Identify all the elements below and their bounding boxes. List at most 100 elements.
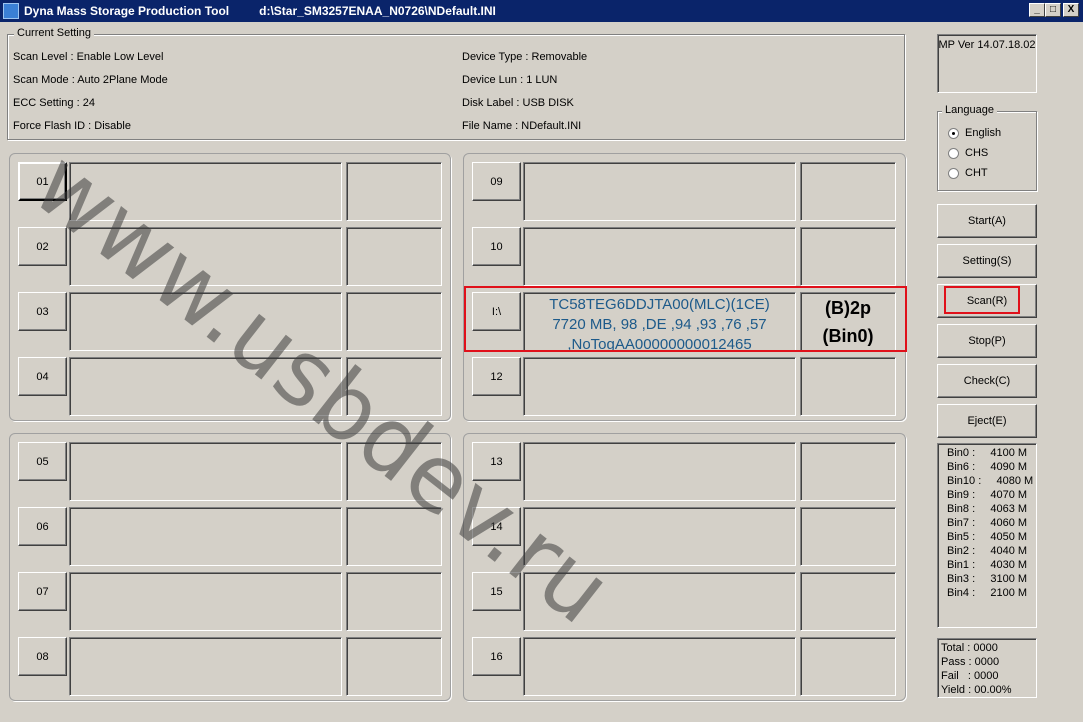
radio-chs-label: CHS [965, 147, 989, 159]
bin-row: Bin2 : 4040 M [947, 545, 1028, 557]
app-icon [3, 3, 19, 19]
port-info-08 [69, 637, 342, 696]
version-text: MP Ver 14.07.18.02 [938, 39, 1036, 51]
bin-row: Bin9 : 4070 M [947, 489, 1028, 501]
radio-chs[interactable]: CHS [948, 147, 988, 159]
language-group: Language English CHS CHT [937, 104, 1037, 191]
port-button-16[interactable]: 16 [472, 637, 521, 676]
yield-value: Yield : 00.00% [941, 684, 1012, 696]
port-button-08[interactable]: 08 [18, 637, 67, 676]
radio-cht-label: CHT [965, 167, 988, 179]
port-status-05 [346, 442, 442, 501]
port-status-12 [800, 357, 896, 416]
current-setting-legend: Current Setting [14, 27, 94, 39]
bin-row: Bin6 : 4090 M [947, 461, 1028, 473]
pass-count: Pass : 0000 [941, 656, 1000, 668]
port-info-12 [523, 357, 796, 416]
radio-english-label: English [965, 127, 1002, 139]
port-button-03[interactable]: 03 [18, 292, 67, 331]
scan-highlight [944, 286, 1020, 314]
port-button-05[interactable]: 05 [18, 442, 67, 481]
port-info-01 [69, 162, 342, 221]
fail-count: Fail : 0000 [941, 670, 999, 682]
stop-button[interactable]: Stop(P) [937, 324, 1037, 358]
bin-row: Bin8 : 4063 M [947, 503, 1028, 515]
port-status-07 [346, 572, 442, 631]
port-info-13 [523, 442, 796, 501]
port-status-13 [800, 442, 896, 501]
bin-list: Bin0 : 4100 M Bin6 : 4090 M Bin10 : 4080… [937, 443, 1037, 628]
port-info-02 [69, 227, 342, 286]
port-button-01[interactable]: 01 [18, 162, 67, 201]
check-button[interactable]: Check(C) [937, 364, 1037, 398]
setting-button[interactable]: Setting(S) [937, 244, 1037, 278]
device-type-text: Device Type : Removable [462, 51, 588, 63]
radio-cht-indicator[interactable] [948, 167, 959, 179]
port-info-09 [523, 162, 796, 221]
eject-button[interactable]: Eject(E) [937, 404, 1037, 438]
radio-cht[interactable]: CHT [948, 167, 988, 179]
port-status-10 [800, 227, 896, 286]
minimize-button[interactable]: _ [1029, 3, 1045, 17]
window-controls: _ □ X [1029, 3, 1079, 17]
port-button-09[interactable]: 09 [472, 162, 521, 201]
restore-button[interactable]: □ [1045, 3, 1061, 17]
window-path: d:\Star_SM3257ENAA_N0726\NDefault.INI [259, 4, 496, 18]
bin-row: Bin5 : 4050 M [947, 531, 1028, 543]
port-button-07[interactable]: 07 [18, 572, 67, 611]
bin-row: Bin7 : 4060 M [947, 517, 1028, 529]
port-status-01 [346, 162, 442, 221]
title-bar: Dyna Mass Storage Production Tool d:\Sta… [0, 0, 1083, 22]
port-status-03 [346, 292, 442, 351]
radio-english-indicator[interactable] [948, 127, 959, 139]
radio-english[interactable]: English [948, 127, 1001, 139]
file-name-text: File Name : NDefault.INI [462, 120, 582, 132]
bin-row: Bin0 : 4100 M [947, 447, 1028, 459]
port-button-13[interactable]: 13 [472, 442, 521, 481]
port-info-10 [523, 227, 796, 286]
radio-chs-indicator[interactable] [948, 147, 959, 159]
total-count: Total : 0000 [941, 642, 998, 654]
disk-label-text: Disk Label : USB DISK [462, 97, 574, 109]
bin-row: Bin10 : 4080 M [947, 475, 1034, 487]
window-title: Dyna Mass Storage Production Tool [24, 4, 230, 18]
bin-row: Bin1 : 4030 M [947, 559, 1028, 571]
bin-row: Bin3 : 3100 M [947, 573, 1028, 585]
bin-row: Bin4 : 2100 M [947, 587, 1028, 599]
force-flash-id-text: Force Flash ID : Disable [13, 120, 131, 132]
port-info-16 [523, 637, 796, 696]
port-info-05 [69, 442, 342, 501]
scan-level-text: Scan Level : Enable Low Level [13, 51, 164, 63]
stats-box: Total : 0000 Pass : 0000 Fail : 0000 Yie… [937, 638, 1037, 698]
port-info-15 [523, 572, 796, 631]
port-info-04 [69, 357, 342, 416]
port-status-02 [346, 227, 442, 286]
port-button-06[interactable]: 06 [18, 507, 67, 546]
port-status-15 [800, 572, 896, 631]
port-button-12[interactable]: 12 [472, 357, 521, 396]
current-setting-group: Current Setting Scan Level : Enable Low … [7, 27, 905, 140]
port-button-15[interactable]: 15 [472, 572, 521, 611]
port-status-04 [346, 357, 442, 416]
port-button-10[interactable]: 10 [472, 227, 521, 266]
version-box: MP Ver 14.07.18.02 [937, 34, 1037, 93]
port-info-14 [523, 507, 796, 566]
port-info-03 [69, 292, 342, 351]
start-button[interactable]: Start(A) [937, 204, 1037, 238]
close-button[interactable]: X [1063, 3, 1079, 17]
port-status-14 [800, 507, 896, 566]
device-lun-text: Device Lun : 1 LUN [462, 74, 558, 86]
port-status-16 [800, 637, 896, 696]
port-button-02[interactable]: 02 [18, 227, 67, 266]
port-status-08 [346, 637, 442, 696]
port-status-09 [800, 162, 896, 221]
scan-mode-text: Scan Mode : Auto 2Plane Mode [13, 74, 168, 86]
active-port-highlight [464, 286, 907, 352]
port-button-04[interactable]: 04 [18, 357, 67, 396]
language-legend: Language [942, 104, 997, 116]
port-button-14[interactable]: 14 [472, 507, 521, 546]
port-status-06 [346, 507, 442, 566]
port-info-07 [69, 572, 342, 631]
port-info-06 [69, 507, 342, 566]
ecc-setting-text: ECC Setting : 24 [13, 97, 95, 109]
